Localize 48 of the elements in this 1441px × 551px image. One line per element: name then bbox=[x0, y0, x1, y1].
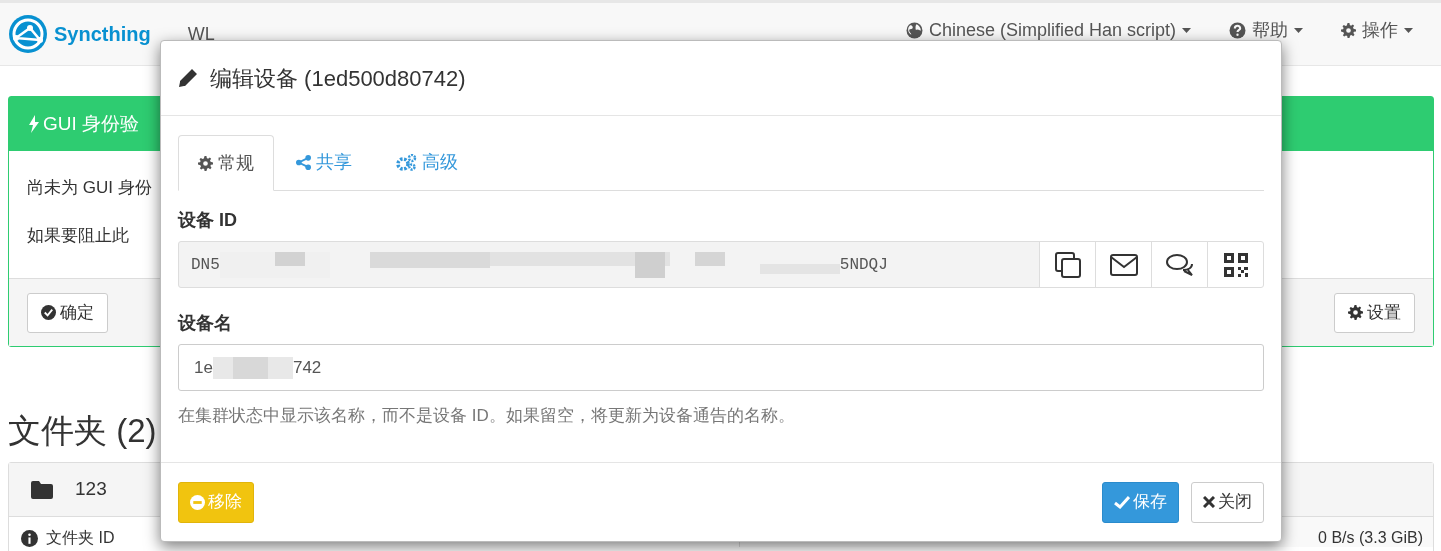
section-heading: 文件夹 (2) bbox=[8, 411, 157, 451]
envelope-icon bbox=[1109, 253, 1138, 276]
gear-icon bbox=[198, 155, 213, 171]
nav-menu[interactable]: 操作 bbox=[1341, 16, 1413, 44]
pencil-icon bbox=[178, 68, 198, 88]
share-button[interactable] bbox=[1151, 241, 1208, 288]
close-button[interactable]: 关闭 bbox=[1191, 481, 1264, 523]
folder-icon bbox=[31, 480, 53, 499]
row-value: 0 B/s (3.3 GiB) bbox=[1318, 529, 1423, 547]
folder-name: 123 bbox=[75, 477, 107, 502]
caret-icon bbox=[1404, 27, 1413, 33]
logo-icon bbox=[8, 14, 48, 54]
row-label: 文件夹 ID bbox=[46, 529, 115, 547]
panel-button[interactable]: 设置 bbox=[1334, 292, 1415, 333]
copy-icon bbox=[1053, 250, 1082, 279]
panel-button[interactable]: 确定 bbox=[27, 292, 108, 333]
check-circle-icon bbox=[41, 305, 56, 320]
device-id-field[interactable]: DN5 5NDQJ bbox=[178, 241, 1040, 288]
bolt-icon bbox=[29, 115, 39, 133]
tab[interactable]: 常规 bbox=[178, 135, 274, 191]
email-button[interactable] bbox=[1095, 241, 1152, 288]
device-name-field[interactable]: 1e 742 bbox=[178, 344, 1264, 391]
gear-icon bbox=[1341, 22, 1356, 38]
dialog-title: 编辑设备 (1ed500d80742) bbox=[210, 64, 466, 93]
notice-text: 如果要阻止此 bbox=[27, 224, 130, 247]
gear-icon bbox=[1348, 305, 1363, 320]
notice-text: 尚未为 GUI 身份 bbox=[27, 177, 153, 199]
copy-button[interactable] bbox=[1039, 241, 1096, 288]
caret-icon bbox=[1294, 27, 1303, 33]
caret-icon bbox=[1182, 27, 1191, 33]
share-icon bbox=[296, 155, 311, 170]
check-icon bbox=[1114, 495, 1130, 509]
field-label: 设备 ID bbox=[178, 209, 238, 232]
field-label: 设备名 bbox=[178, 312, 233, 335]
close-icon bbox=[1203, 496, 1215, 508]
info-icon bbox=[21, 529, 38, 547]
minus-circle-icon bbox=[190, 494, 205, 510]
help-icon bbox=[1229, 21, 1246, 39]
qrcode-icon bbox=[1223, 252, 1248, 277]
panel-title: GUI 身份验 bbox=[43, 111, 140, 136]
globe-icon bbox=[905, 21, 923, 39]
comments-icon bbox=[1165, 252, 1194, 277]
nav-menu[interactable]: Chinese (Simplified Han script) bbox=[905, 16, 1191, 44]
help-text: 在集群状态中显示该名称，而不是设备 ID。如果留空，将更新为设备通告的名称。 bbox=[178, 405, 796, 427]
qr-button[interactable] bbox=[1207, 241, 1264, 288]
gears-icon bbox=[396, 154, 417, 171]
nav-menu[interactable]: 帮助 bbox=[1229, 16, 1303, 44]
device-name: WL bbox=[187, 22, 215, 46]
